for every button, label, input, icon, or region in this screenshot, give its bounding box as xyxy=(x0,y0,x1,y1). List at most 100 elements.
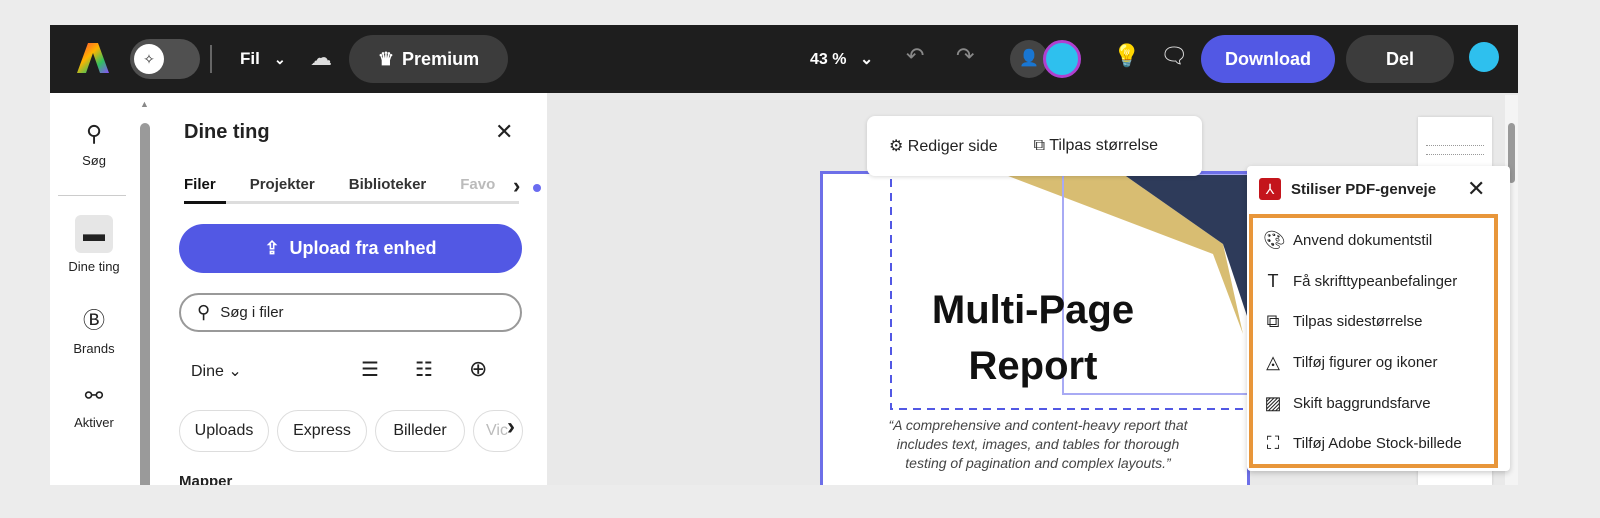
profile-avatar[interactable] xyxy=(1469,42,1499,72)
chevron-down-icon: ⌄ xyxy=(274,51,286,67)
document-quote: “A comprehensive and content-heavy repor… xyxy=(888,417,1188,471)
shapes-icon: ◬ xyxy=(1266,352,1280,372)
sliders-icon: ⚙ xyxy=(889,138,904,155)
filter-label: Dine xyxy=(191,363,224,380)
divider xyxy=(58,195,126,196)
shortcuts-menu: ⅄ Stiliser PDF-genveje ✕ 🎨︎ Anvend dokume… xyxy=(1247,166,1510,471)
menu-label: Tilføj Adobe Stock-billede xyxy=(1293,435,1462,452)
menu-item-font-recommendations[interactable]: T Få skrifttypeanbefalinger xyxy=(1263,271,1458,292)
owner-filter[interactable]: Dine ⌄ xyxy=(191,361,242,381)
menu-item-apply-style[interactable]: 🎨︎ Anvend dokumentstil xyxy=(1263,230,1432,251)
chevron-down-icon: ⌄ xyxy=(228,363,242,380)
close-icon[interactable]: ✕ xyxy=(1467,176,1485,202)
menu-label: Tilføj figurer og ikoner xyxy=(1293,354,1438,371)
panel-tabs: Filer Projekter Biblioteker Favo xyxy=(184,176,495,193)
top-bar: ✧ Fil ⌄ ☁ ♛ Premium 43 % ⌄ ↶ ↷ 👤 💡 🗨 Down… xyxy=(50,25,1518,93)
resize-icon: ⧉ xyxy=(1266,311,1280,331)
tab-underline xyxy=(184,201,519,204)
download-button[interactable]: Download xyxy=(1201,35,1335,83)
resize-label: Tilpas størrelse xyxy=(1049,137,1158,154)
tab-projects[interactable]: Projekter xyxy=(250,176,315,193)
edit-page-button[interactable]: ⚙ Rediger side xyxy=(889,136,998,156)
chevron-down-icon: ⌄ xyxy=(859,51,874,68)
chip-videos[interactable]: Vic xyxy=(473,410,523,452)
your-stuff-panel: Dine ting ✕ Filer Projekter Biblioteker … xyxy=(153,93,547,485)
document-title: Multi-Page Report xyxy=(883,282,1183,394)
divider xyxy=(210,45,212,73)
chip-uploads[interactable]: Uploads xyxy=(179,410,269,452)
rail-item-brands[interactable]: Ⓑ Brands xyxy=(50,303,138,356)
search-placeholder: Søg i filer xyxy=(220,304,284,321)
resize-icon: ⧉ xyxy=(1033,137,1046,154)
rail-item-search[interactable]: ⚲ Søg xyxy=(50,121,138,168)
menu-label: Anvend dokumentstil xyxy=(1293,232,1433,249)
premium-label: Premium xyxy=(402,48,480,69)
folders-heading: Mapper xyxy=(179,473,233,485)
menu-item-background-color[interactable]: ▨ Skift baggrundsfarve xyxy=(1263,393,1431,414)
chip-express[interactable]: Express xyxy=(277,410,367,452)
sparkle-icon: ✧ xyxy=(134,44,164,74)
ai-toggle[interactable]: ✧ xyxy=(130,39,200,79)
title-line-1: Multi-Page xyxy=(931,288,1135,332)
upload-button[interactable]: ⇪ Upload fra enhed xyxy=(179,224,522,273)
shortcuts-list: 🎨︎ Anvend dokumentstil T Få skrifttypeanbe… xyxy=(1249,214,1498,468)
chevron-right-icon[interactable]: › xyxy=(513,173,520,199)
panel-title: Dine ting xyxy=(184,121,270,143)
rail-label: Søg xyxy=(82,153,106,168)
menu-item-resize-page[interactable]: ⧉ Tilpas sidestørrelse xyxy=(1263,311,1423,332)
palette-icon: 🎨︎ xyxy=(1263,230,1286,250)
rail-label: Dine ting xyxy=(68,259,120,274)
rail-label: Brands xyxy=(73,341,115,356)
add-icon[interactable]: ⊕ xyxy=(469,356,487,382)
comment-icon[interactable]: 🗨 xyxy=(1160,43,1188,69)
file-label: Fil xyxy=(240,49,260,68)
document-page[interactable]: Multi-Page Report “A comprehensive and co… xyxy=(820,171,1253,485)
search-icon: ⚲ xyxy=(85,121,103,146)
crown-icon: ♛ xyxy=(377,48,395,69)
menu-item-stock-image[interactable]: ⛶ Tilføj Adobe Stock-billede xyxy=(1263,433,1462,454)
rail-item-your-stuff[interactable]: ▬ Dine ting xyxy=(50,215,138,274)
tab-favorites[interactable]: Favo xyxy=(460,176,495,193)
rail-item-assets[interactable]: ⚯ Aktiver xyxy=(50,383,138,430)
page-toolbar: ⚙ Rediger side ⧉ Tilpas størrelse xyxy=(867,116,1202,176)
title-line-2: Report xyxy=(968,344,1098,388)
undo-icon[interactable]: ↶ xyxy=(906,43,924,69)
menu-label: Skift baggrundsfarve xyxy=(1293,395,1431,412)
notification-dot xyxy=(533,184,541,192)
lightbulb-icon[interactable]: 💡 xyxy=(1113,43,1140,69)
search-files-input[interactable]: ⚲ Søg i filer xyxy=(179,293,522,332)
rail-label: Aktiver xyxy=(74,415,114,430)
chip-images[interactable]: Billeder xyxy=(375,410,465,452)
premium-button[interactable]: ♛ Premium xyxy=(349,35,508,83)
tab-files[interactable]: Filer xyxy=(184,176,216,193)
brand-icon: Ⓑ xyxy=(82,308,105,333)
text-icon: T xyxy=(1267,271,1279,291)
menu-label: Tilpas sidestørrelse xyxy=(1293,313,1423,330)
avatar[interactable] xyxy=(1043,40,1081,78)
cloud-upload-icon: ⇪ xyxy=(264,238,280,258)
close-icon[interactable]: ✕ xyxy=(495,119,513,145)
zoom-select[interactable]: 43 % ⌄ xyxy=(810,49,873,69)
image-icon: ⛶ xyxy=(1266,433,1280,453)
shortcuts-title: Stiliser PDF-genveje xyxy=(1291,181,1437,198)
list-view-icon[interactable]: ☷ xyxy=(415,357,433,382)
assets-icon: ⚯ xyxy=(84,383,104,408)
file-menu[interactable]: Fil ⌄ xyxy=(240,49,286,69)
upload-label: Upload fra enhed xyxy=(289,238,437,258)
edit-page-label: Rediger side xyxy=(907,138,998,155)
chevron-right-icon[interactable]: › xyxy=(507,413,515,441)
rail-scrollbar[interactable]: ▲ xyxy=(138,93,153,485)
adobe-express-logo[interactable] xyxy=(76,41,110,75)
left-rail: ⚲ Søg ▬ Dine ting Ⓑ Brands ⚯ Aktiver xyxy=(50,93,138,485)
pdf-icon: ⅄ xyxy=(1259,178,1281,200)
redo-icon[interactable]: ↷ xyxy=(956,43,974,69)
resize-button[interactable]: ⧉ Tilpas størrelse xyxy=(1034,137,1158,155)
tab-libraries[interactable]: Biblioteker xyxy=(349,176,427,193)
menu-label: Få skrifttypeanbefalinger xyxy=(1293,273,1458,290)
share-button[interactable]: Del xyxy=(1346,35,1454,83)
sort-icon[interactable]: ☰ xyxy=(361,357,379,382)
hatch-icon: ▨ xyxy=(1264,393,1282,413)
zoom-value: 43 % xyxy=(810,51,847,68)
cloud-icon[interactable]: ☁ xyxy=(310,45,332,71)
menu-item-add-shapes[interactable]: ◬ Tilføj figurer og ikoner xyxy=(1263,352,1438,373)
